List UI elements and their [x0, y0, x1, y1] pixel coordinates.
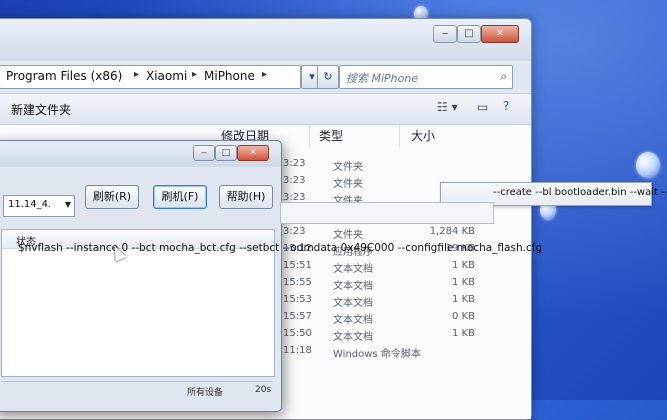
search-placeholder: 搜索 MiPhone — [346, 72, 419, 85]
explorer-toolbar: 新建文件夹 ☷ ▾ ▭ ? — [0, 93, 531, 125]
row-size: 1 KB — [452, 294, 475, 305]
breadcrumb-xiaomi[interactable]: Xiaomi — [146, 69, 187, 83]
column-divider[interactable] — [399, 125, 400, 147]
close-button[interactable]: ✕ — [481, 25, 519, 43]
row-modified: 15:55 — [283, 277, 312, 288]
preview-pane-icon[interactable]: ▭ — [477, 100, 488, 114]
row-type: 文本文档 — [333, 298, 373, 309]
view-options-icon[interactable]: ☷ ▾ — [437, 100, 458, 114]
search-input[interactable]: 搜索 MiPhone ⌕ — [339, 65, 513, 89]
breadcrumb-separator[interactable]: ▸ — [262, 69, 267, 80]
row-modified: 15:50 — [283, 328, 312, 339]
breadcrumb-separator[interactable]: ▸ — [134, 69, 139, 80]
flash-button[interactable]: 刷机(F) — [153, 185, 207, 209]
dialog-close-button[interactable]: ✕ — [237, 145, 269, 161]
help-button[interactable]: 帮助(H) — [219, 185, 273, 209]
row-type: 文件夹 — [333, 162, 363, 173]
row-modified: 3:23 — [283, 158, 306, 169]
command-text-line: $nvflash --instance 0 --bct mocha_bct.cf… — [18, 242, 543, 254]
dialog-maximize-button[interactable]: □ — [215, 145, 237, 161]
row-size: 0 KB — [452, 311, 475, 322]
row-modified: 3:23 — [283, 175, 306, 186]
dialog-titlebar: ‒ □ ✕ — [0, 141, 281, 167]
row-type: 文本文档 — [333, 315, 373, 326]
flash-tool-dialog: ‒ □ ✕ 11.14_4. ▼ 刷新(R) 刷机(F) 帮助(H) 状态 所有… — [0, 140, 282, 412]
breadcrumb-separator[interactable]: ▸ — [192, 69, 197, 80]
screen-droplet — [636, 152, 660, 178]
search-icon[interactable]: ⌕ — [500, 69, 507, 84]
row-type: 文本文档 — [333, 264, 373, 275]
row-modified: 11:18 — [283, 345, 312, 356]
row-type: 文件夹 — [333, 179, 363, 190]
row-type: 文本文档 — [333, 332, 373, 343]
breadcrumb-miphone[interactable]: MiPhone — [204, 69, 255, 83]
address-bar[interactable]: Program Files (x86) ▸ Xiaomi ▸ MiPhone ▸ — [0, 65, 301, 89]
command-strip-bg — [280, 202, 494, 224]
chevron-down-icon[interactable]: ▼ — [65, 200, 71, 209]
refresh-button[interactable]: 刷新(R) — [85, 185, 139, 209]
column-divider[interactable] — [309, 125, 310, 147]
dialog-statusbar: 所有设备 20s — [1, 381, 273, 400]
breadcrumb-program-files[interactable]: Program Files (x86) — [6, 69, 122, 83]
statusbar-timer: 20s — [255, 385, 272, 395]
column-type[interactable]: 类型 — [319, 125, 343, 147]
minimize-button[interactable]: ‒ — [433, 25, 457, 43]
column-size[interactable]: 大小 — [411, 125, 435, 147]
device-select-value: 11.14_4. — [8, 199, 52, 210]
statusbar-devices: 所有设备 — [187, 388, 224, 398]
command-text-end: --create --bl bootloader.bin --wait --go — [493, 187, 667, 198]
row-size: 1 KB — [452, 277, 475, 288]
maximize-button[interactable]: □ — [457, 25, 481, 43]
help-icon[interactable]: ? — [503, 99, 509, 113]
dialog-minimize-button[interactable]: ‒ — [193, 145, 215, 161]
new-folder-button[interactable]: 新建文件夹 — [11, 101, 71, 118]
row-modified: 15:57 — [283, 311, 312, 322]
row-size: 1 KB — [452, 328, 475, 339]
row-modified: 15:53 — [283, 294, 312, 305]
refresh-icon[interactable]: ↻ — [317, 65, 339, 89]
row-type: 文本文档 — [333, 281, 373, 292]
explorer-titlebar: ‒ □ ✕ — [0, 19, 531, 61]
row-type: Windows 命令脚本 — [333, 349, 421, 360]
